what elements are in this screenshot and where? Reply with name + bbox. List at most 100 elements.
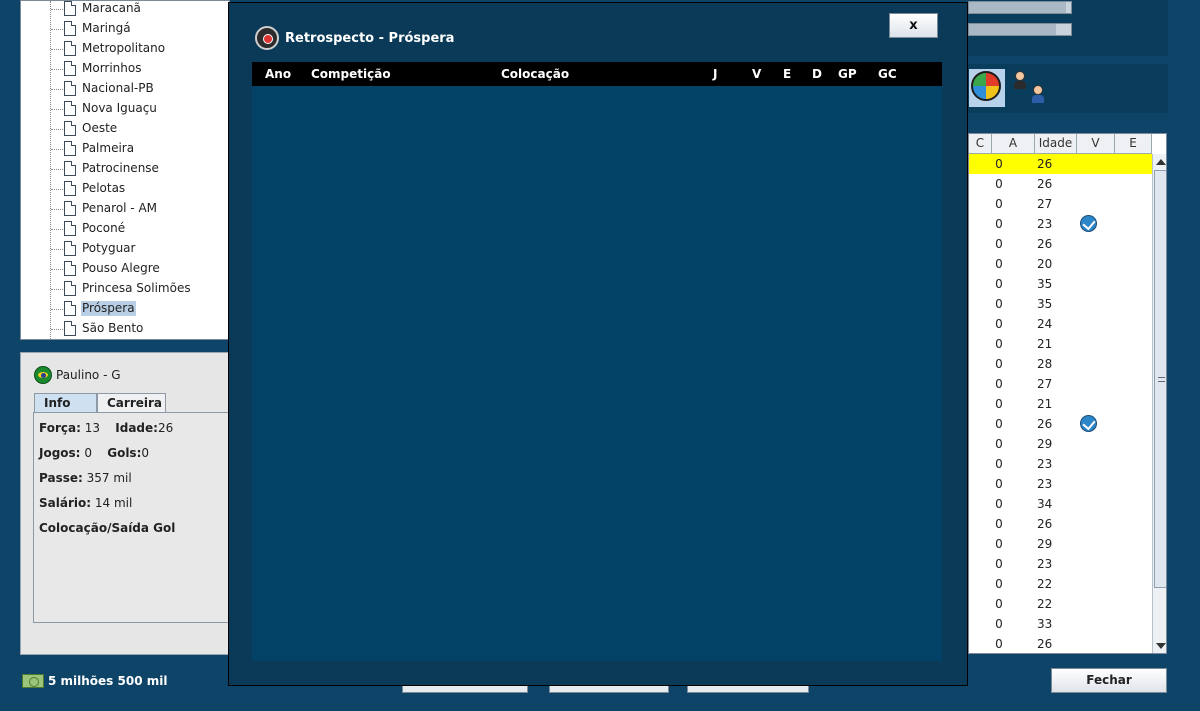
table-row[interactable]: 0 21 (969, 394, 1152, 414)
tree-item[interactable]: Nova Iguaçu (21, 99, 229, 119)
cell-idade: 24 (1037, 317, 1053, 331)
col-header-idade[interactable]: Idade (1035, 134, 1077, 154)
cell-a: 0 (995, 597, 1003, 611)
table-row[interactable]: 0 26 (969, 154, 1152, 174)
col-gc[interactable]: GC (878, 67, 897, 81)
tree-item[interactable]: Nacional-PB (21, 79, 229, 99)
table-row[interactable]: 0 22 (969, 594, 1152, 614)
hierarchy-people-icon[interactable] (1010, 69, 1050, 107)
col-ano[interactable]: Ano (265, 67, 291, 81)
tree-branch (51, 209, 63, 210)
table-row[interactable]: 0 27 (969, 194, 1152, 214)
tab-carreira[interactable]: Carreira (97, 393, 166, 413)
col-header-e[interactable]: E (1115, 134, 1152, 154)
cell-a: 0 (995, 177, 1003, 191)
player-panel: Paulino - G Info Carreira Força: 13 Idad… (20, 352, 231, 655)
tree-item[interactable]: Oeste (21, 119, 229, 139)
fechar-button[interactable]: Fechar (1051, 668, 1167, 693)
table-row[interactable]: 0 26 (969, 174, 1152, 194)
table-row[interactable]: 0 26 (969, 234, 1152, 254)
tree-item[interactable]: Palmeira (21, 139, 229, 159)
table-row[interactable]: 0 23 (969, 454, 1152, 474)
col-header-v[interactable]: V (1077, 134, 1115, 154)
cell-a: 0 (995, 537, 1003, 551)
cell-idade: 22 (1037, 577, 1053, 591)
cell-idade: 33 (1037, 617, 1053, 631)
table-row[interactable]: 0 29 (969, 434, 1152, 454)
tree-branch (51, 9, 63, 10)
tree-item[interactable]: Metropolitano (21, 39, 229, 59)
tree-item-label: Patrocinense (82, 161, 159, 175)
tree-item[interactable]: Pelotas (21, 179, 229, 199)
forca-line: Força: 13 Idade:26 (39, 421, 173, 435)
table-row[interactable]: 0 21 (969, 334, 1152, 354)
table-row[interactable]: 0 27 (969, 374, 1152, 394)
tree-item-label: Metropolitano (82, 41, 166, 55)
tree-branch (51, 249, 63, 250)
table-row[interactable]: 0 23 (969, 474, 1152, 494)
table-row[interactable]: 0 23 (969, 554, 1152, 574)
table-row[interactable]: 0 35 (969, 294, 1152, 314)
progress-bar-1 (968, 1, 1072, 14)
tree-item[interactable]: Maringá (21, 19, 229, 39)
tree-branch (51, 169, 63, 170)
squad-table[interactable]: C A Idade V E 0 26 0 26 0 27 0 23 0 26 0 20 0 35 0 35 0 2… (968, 133, 1167, 654)
col-v[interactable]: V (752, 67, 761, 81)
col-colocacao[interactable]: Colocação (501, 67, 569, 81)
tree-item[interactable]: Penarol - AM (21, 199, 229, 219)
tree-item[interactable]: Maracanã (21, 1, 229, 19)
tree-item[interactable]: Poconé (21, 219, 229, 239)
table-row[interactable]: 0 20 (969, 254, 1152, 274)
table-row[interactable]: 0 26 (969, 414, 1152, 434)
tree-item-label: Nacional-PB (82, 81, 154, 95)
close-button[interactable]: x (889, 13, 938, 38)
table-row[interactable]: 0 28 (969, 354, 1152, 374)
statistics-chart-icon[interactable] (969, 69, 1005, 107)
col-gp[interactable]: GP (838, 67, 857, 81)
table-row[interactable]: 0 22 (969, 574, 1152, 594)
col-competicao[interactable]: Competição (311, 67, 391, 81)
document-icon (64, 81, 76, 96)
tree-branch (51, 329, 63, 330)
scroll-thumb[interactable] (1154, 170, 1166, 588)
tree-item[interactable]: Patrocinense (21, 159, 229, 179)
table-row[interactable]: 0 34 (969, 494, 1152, 514)
table-row[interactable]: 0 33 (969, 614, 1152, 634)
document-icon (64, 301, 76, 316)
col-header-a[interactable]: A (992, 134, 1035, 154)
jogos-line: Jogos: 0 Gols:0 (39, 446, 149, 460)
col-j[interactable]: J (713, 67, 717, 81)
vertical-scrollbar[interactable] (1152, 154, 1166, 653)
col-e[interactable]: E (783, 67, 791, 81)
table-row[interactable]: 0 26 (969, 634, 1152, 653)
table-row[interactable]: 0 24 (969, 314, 1152, 334)
tree-item[interactable]: Potyguar (21, 239, 229, 259)
table-row[interactable]: 0 26 (969, 514, 1152, 534)
document-icon (64, 241, 76, 256)
table-row[interactable]: 0 29 (969, 534, 1152, 554)
tab-info[interactable]: Info (34, 393, 97, 413)
col-header-c[interactable]: C (969, 134, 992, 154)
table-row[interactable]: 0 23 (969, 214, 1152, 234)
cell-a: 0 (995, 557, 1003, 571)
cell-idade: 29 (1037, 437, 1053, 451)
scroll-up-icon[interactable] (1156, 159, 1166, 165)
brazil-flag-icon (34, 366, 52, 384)
club-tree[interactable]: Maracanã Maringá Metropolitano Morrinhos Nac… (20, 0, 230, 340)
tree-item[interactable]: São Bento (21, 319, 229, 339)
gols-value: 0 (141, 446, 150, 460)
tree-item[interactable]: Princesa Solimões (21, 279, 229, 299)
cell-idade: 26 (1037, 157, 1053, 171)
document-icon (64, 281, 76, 296)
cell-idade: 26 (1037, 417, 1053, 431)
scroll-down-icon[interactable] (1156, 643, 1166, 649)
tree-item[interactable]: Morrinhos (21, 59, 229, 79)
table-row[interactable]: 0 35 (969, 274, 1152, 294)
tree-item-label: Maringá (82, 21, 131, 35)
tree-item-label: Poconé (82, 221, 126, 235)
tree-item[interactable]: Próspera (21, 299, 229, 319)
tree-item[interactable]: Pouso Alegre (21, 259, 229, 279)
cell-idade: 26 (1037, 177, 1053, 191)
col-d[interactable]: D (812, 67, 822, 81)
money-amount: 5 milhões 500 mil (48, 674, 168, 688)
